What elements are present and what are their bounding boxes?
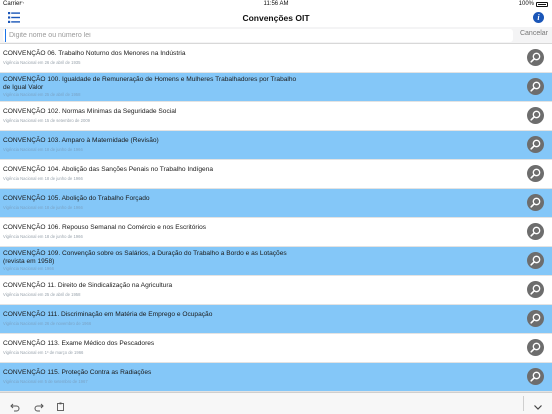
magnifier-icon[interactable]: [527, 339, 544, 356]
item-title: CONVENÇÃO 109. Convenção sobre os Salári…: [3, 250, 287, 265]
item-title: CONVENÇÃO 111. Discriminação em Matéria …: [3, 311, 213, 318]
keyboard-toolbar: [0, 392, 552, 414]
item-subtitle: Vigência Nacional em 18 de junho de 1966: [3, 176, 83, 181]
magnifier-icon[interactable]: [527, 368, 544, 385]
list-item[interactable]: CONVENÇÃO 104. Abolição das Sanções Pena…: [0, 160, 552, 189]
list-item[interactable]: CONVENÇÃO 113. Exame Médico dos Pescador…: [0, 334, 552, 363]
battery-icon: [536, 2, 548, 7]
item-subtitle: Vigência Nacional em 18 de junho de 1966: [3, 205, 83, 210]
info-icon[interactable]: i: [533, 12, 544, 23]
item-title: CONVENÇÃO 102. Normas Mínimas da Segurid…: [3, 108, 177, 115]
status-bar: Carrier ◠ 11:56 AM 100%: [0, 0, 552, 9]
item-subtitle: Vigência Nacional em 25 de abril de 1958: [3, 292, 81, 297]
toolbar-divider: [523, 396, 524, 411]
undo-icon[interactable]: [10, 399, 20, 412]
item-subtitle: Vigência Nacional em 15 de setembro de 2…: [3, 118, 90, 123]
item-subtitle: Vigência Nacional em 25 de abril de 1958: [3, 92, 81, 97]
magnifier-icon[interactable]: [527, 107, 544, 124]
paste-icon[interactable]: [56, 399, 66, 411]
list-item[interactable]: CONVENÇÃO 105. Abolição do Trabalho Forç…: [0, 189, 552, 218]
item-title: CONVENÇÃO 103. Amparo à Maternidade (Rev…: [3, 137, 159, 144]
list-item[interactable]: CONVENÇÃO 06. Trabalho Noturno dos Menor…: [0, 44, 552, 73]
list-item[interactable]: CONVENÇÃO 100. Igualdade de Remuneração …: [0, 73, 552, 102]
item-title: CONVENÇÃO 11. Direito de Sindicalização …: [3, 282, 173, 289]
list-item[interactable]: CONVENÇÃO 102. Normas Mínimas da Segurid…: [0, 102, 552, 131]
item-title: CONVENÇÃO 115. Proteção Contra as Radiaç…: [3, 369, 152, 376]
page-title: Convenções OIT: [242, 13, 310, 23]
item-subtitle: Vigência Nacional em 1966: [3, 266, 54, 271]
convention-list: CONVENÇÃO 06. Trabalho Noturno dos Menor…: [0, 44, 552, 392]
item-title: CONVENÇÃO 104. Abolição das Sanções Pena…: [3, 166, 214, 173]
magnifier-icon[interactable]: [527, 194, 544, 211]
item-title: CONVENÇÃO 113. Exame Médico dos Pescador…: [3, 340, 155, 347]
magnifier-icon[interactable]: [527, 310, 544, 327]
cancel-button[interactable]: Cancelar: [520, 30, 548, 37]
item-subtitle: Vigência Nacional em 5 de setembro de 19…: [3, 379, 88, 384]
status-time: 11:56 AM: [263, 1, 289, 7]
magnifier-icon[interactable]: [527, 49, 544, 66]
item-subtitle: Vigência Nacional em 26 de novembro de 1…: [3, 321, 92, 326]
navigation-bar: Convenções OIT i: [0, 9, 552, 27]
list-item[interactable]: CONVENÇÃO 109. Convenção sobre os Salári…: [0, 247, 552, 276]
magnifier-icon[interactable]: [527, 281, 544, 298]
redo-icon[interactable]: [34, 399, 44, 412]
list-item[interactable]: CONVENÇÃO 11. Direito de Sindicalização …: [0, 276, 552, 305]
list-item[interactable]: CONVENÇÃO 115. Proteção Contra as Radiaç…: [0, 363, 552, 392]
item-title: CONVENÇÃO 100. Igualdade de Remuneração …: [3, 76, 297, 91]
item-title: CONVENÇÃO 106. Repouso Semanal no Comérc…: [3, 224, 207, 231]
search-field-container: [3, 29, 513, 42]
magnifier-icon[interactable]: [527, 223, 544, 240]
battery-percent: 100%: [518, 1, 534, 7]
item-subtitle: Vigência Nacional em 18 de junho de 1966: [3, 147, 83, 152]
chevron-down-icon[interactable]: [533, 399, 543, 410]
list-item[interactable]: CONVENÇÃO 103. Amparo à Maternidade (Rev…: [0, 131, 552, 160]
item-subtitle: Vigência Nacional em 1º de março de 1966: [3, 350, 84, 355]
item-title: CONVENÇÃO 105. Abolição do Trabalho Forç…: [3, 195, 150, 202]
magnifier-icon[interactable]: [527, 78, 544, 95]
item-title: CONVENÇÃO 06. Trabalho Noturno dos Menor…: [3, 50, 186, 57]
magnifier-icon[interactable]: [527, 165, 544, 182]
list-item[interactable]: CONVENÇÃO 111. Discriminação em Matéria …: [0, 305, 552, 334]
magnifier-icon[interactable]: [527, 252, 544, 269]
list-item[interactable]: CONVENÇÃO 106. Repouso Semanal no Comérc…: [0, 218, 552, 247]
search-bar: Cancelar: [0, 27, 552, 44]
item-subtitle: Vigência Nacional em 26 de abril de 1935: [3, 60, 81, 65]
item-subtitle: Vigência Nacional em 18 de junho de 1966: [3, 234, 83, 239]
magnifier-icon[interactable]: [527, 136, 544, 153]
search-input[interactable]: [5, 29, 510, 42]
